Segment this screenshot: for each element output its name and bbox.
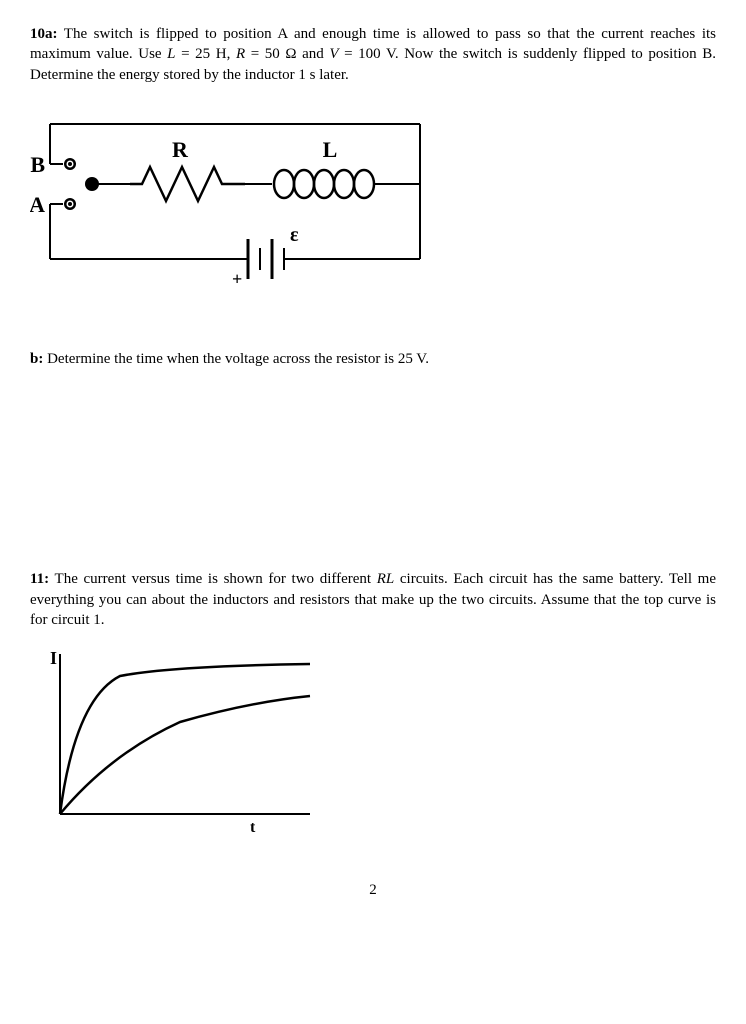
current-time-graph: I t [30, 644, 716, 840]
page-number: 2 [30, 880, 716, 900]
eq-V: V [329, 46, 338, 62]
svg-text:B: B [30, 152, 45, 177]
graph-y-label: I [50, 648, 57, 668]
graph-svg: I t [30, 644, 330, 834]
problem-10a: 10a: The switch is flipped to position A… [30, 24, 716, 85]
problem-b-text: Determine the time when the voltage acro… [43, 351, 429, 367]
problem-11: 11: The current versus time is shown for… [30, 569, 716, 630]
problem-b-label: b: [30, 351, 43, 367]
svg-text:R: R [172, 137, 189, 162]
eq-R: R [236, 46, 245, 62]
svg-text:L: L [323, 137, 338, 162]
eq-R-val: = 50 Ω and [245, 46, 329, 62]
eq-L: L [167, 46, 175, 62]
problem-11-label: 11: [30, 571, 49, 587]
problem-11-RL: RL [377, 571, 395, 587]
svg-text:ε: ε [290, 224, 299, 246]
svg-text:+: + [232, 269, 242, 289]
circuit-diagram: B A R L [30, 103, 716, 289]
eq-L-val: = 25 H, [176, 46, 236, 62]
problem-11-text1: The current versus time is shown for two… [49, 571, 377, 587]
svg-text:A: A [30, 192, 45, 217]
problem-b: b: Determine the time when the voltage a… [30, 349, 716, 369]
problem-10a-label: 10a: [30, 26, 58, 42]
graph-x-label: t [250, 819, 256, 834]
circuit-svg-clean: B A R L [30, 109, 430, 289]
